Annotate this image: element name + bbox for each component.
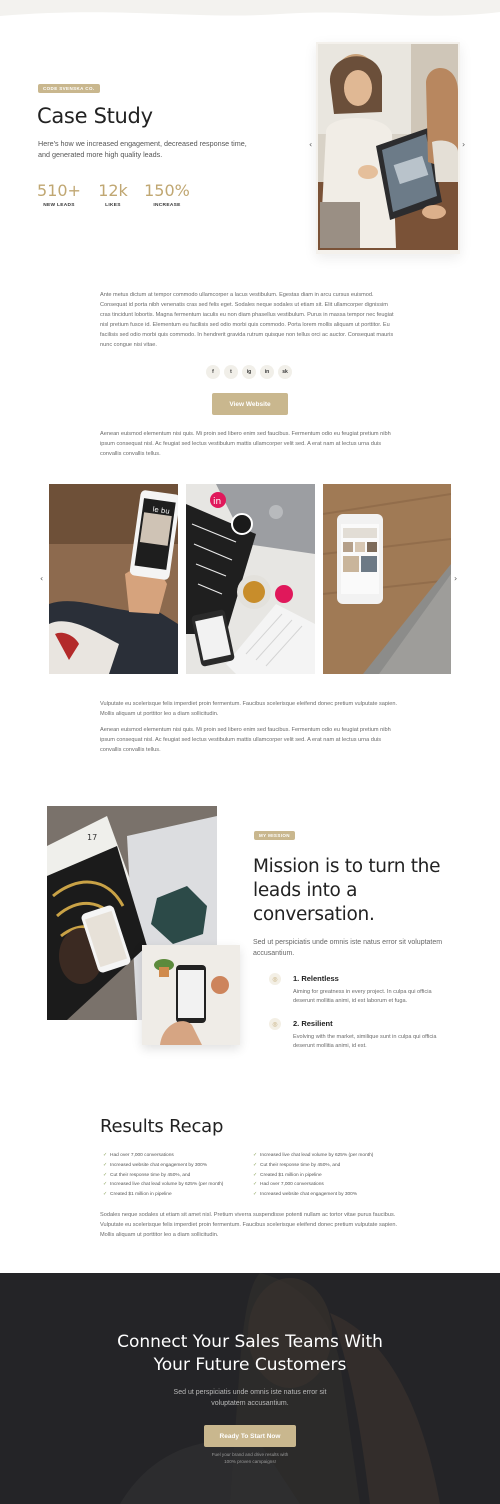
cta-small-line-1: Fuel your brand and drive results with: [211, 1452, 289, 1457]
gallery-photo-3[interactable]: [323, 484, 451, 674]
list-item: ✓ Had over 7,000 conversations: [103, 1153, 174, 1158]
mission-phone-plant-image: [142, 945, 240, 1045]
stat-value: 150%: [144, 181, 190, 200]
twitter-icon[interactable]: t: [224, 365, 238, 379]
case-tag: CODE SVENSKA CO.: [38, 84, 100, 93]
list-item: ✓ Increased website chat engagement by 30…: [253, 1192, 358, 1198]
check-icon: ✓: [253, 1192, 258, 1198]
intro-paragraph-2: Aenean euismod elementum nisi quis. Mi p…: [100, 431, 391, 457]
check-icon: ✓: [253, 1182, 258, 1188]
check-icon: ✓: [253, 1153, 258, 1158]
stat-label: NEW LEADS: [43, 203, 75, 208]
stat-likes: 12k LIKES: [95, 181, 131, 208]
facebook-icon[interactable]: f: [206, 365, 220, 379]
list-item: ✓ Increased website chat engagement by 30…: [103, 1162, 208, 1168]
check-icon: ✓: [103, 1182, 108, 1188]
stat-new-leads: 510+ NEW LEADS: [36, 181, 82, 208]
feature-text: Evolving with the market, similique sunt…: [293, 1034, 437, 1049]
mission-photo-small: [142, 945, 240, 1045]
gallery-next-arrow[interactable]: ›: [454, 574, 457, 583]
ready-to-start-button[interactable]: Ready To Start Now: [204, 1425, 296, 1447]
svg-text:17: 17: [87, 833, 97, 842]
intro-paragraph: Ante metus dictum at tempor commodo ulla…: [100, 292, 394, 348]
list-item: ✓ Increased live chat lead volume by 625%…: [103, 1182, 224, 1188]
cta-title-line-2: Your Future Customers: [153, 1355, 347, 1375]
resilient-icon: ◎: [269, 1018, 281, 1030]
list-item: ✓ Increased live chat lead volume by 625%…: [253, 1153, 374, 1158]
check-icon: ✓: [253, 1162, 258, 1168]
list-item: ✓ Cut their response time by 450%, and: [103, 1172, 191, 1178]
hero-photo-tablet-meeting: [318, 44, 458, 250]
stat-increase: 150% INCREASE: [144, 181, 190, 208]
mission-title: Mission is to turn the leads into a conv…: [253, 856, 441, 925]
gallery-prev-arrow[interactable]: ‹: [40, 574, 43, 583]
hero-slider-prev-arrow[interactable]: ‹: [309, 140, 312, 149]
check-icon: ✓: [103, 1172, 108, 1178]
body-paragraph-1: Vulputate eu scelerisque felis imperdiet…: [100, 701, 398, 717]
feature-title: 1. Relentless: [293, 974, 339, 983]
check-icon: ✓: [253, 1172, 258, 1178]
recap-title: Results Recap: [100, 1116, 224, 1137]
stat-label: LIKES: [105, 203, 121, 208]
stat-value: 12k: [98, 181, 128, 200]
mission-subtitle: Sed ut perspiciatis unde omnis iste natu…: [253, 939, 443, 957]
body-paragraph-2: Aenean euismod elementum nisi quis. Mi p…: [100, 727, 391, 753]
brand-sticker-label: in: [213, 497, 221, 507]
mission-tag: MY MISSION: [254, 831, 295, 840]
stat-label: INCREASE: [153, 203, 181, 208]
check-icon: ✓: [103, 1192, 108, 1198]
instagram-icon[interactable]: ig: [242, 365, 256, 379]
gallery-phone-in-hand-image: le bu: [49, 484, 178, 674]
list-item: ✓ Cut their response time by 450%, and: [253, 1162, 341, 1168]
stat-value: 510+: [37, 181, 81, 200]
recap-paragraph: Sodales neque sodales ut etiam sit amet …: [100, 1212, 398, 1238]
cta-subtitle-line-1: Sed ut perspiciatis unde omnis iste natu…: [173, 1389, 327, 1396]
linkedin-icon[interactable]: in: [260, 365, 274, 379]
check-icon: ✓: [103, 1153, 108, 1158]
check-icon: ✓: [103, 1162, 108, 1168]
list-item: ✓ Had over 7,000 conversations: [253, 1182, 324, 1188]
relentless-icon: ◎: [269, 973, 281, 985]
cta-small-line-2: 100% proven campaigns!: [224, 1459, 276, 1464]
recap-list-right: ✓ Increased live chat lead volume by 625%…: [253, 1151, 373, 1200]
gallery-photo-2[interactable]: in: [186, 484, 315, 674]
hero-photo-frame: [316, 42, 460, 254]
top-wave-divider: [0, 0, 500, 16]
hero-slider-next-arrow[interactable]: ›: [462, 140, 465, 149]
hero-subtitle: Here's how we increased engagement, decr…: [38, 139, 247, 159]
gallery-laptop-desk-image: in: [186, 484, 315, 674]
list-item: ✓ Created $1 million in pipeline: [103, 1192, 172, 1198]
cta-title-line-1: Connect Your Sales Teams With: [117, 1332, 383, 1352]
cta-section: Connect Your Sales Teams With Your Futur…: [0, 1273, 500, 1504]
social-links: f t ig in sk: [206, 365, 292, 379]
gallery-phone-on-wood-image: [323, 484, 451, 674]
skype-icon[interactable]: sk: [278, 365, 292, 379]
cta-subtitle-line-2: voluptatem accusantium.: [211, 1400, 289, 1407]
feature-text: Aiming for greatness in every project. I…: [293, 989, 432, 1004]
page-title: Case Study: [37, 104, 153, 128]
view-website-button[interactable]: View Website: [212, 393, 288, 415]
gallery-photo-1[interactable]: le bu: [49, 484, 178, 674]
recap-list-left: ✓ Had over 7,000 conversations ✓ Increased…: [103, 1151, 223, 1200]
feature-title: 2. Resilient: [293, 1019, 333, 1028]
list-item: ✓ Created $1 million in pipeline: [253, 1172, 322, 1178]
